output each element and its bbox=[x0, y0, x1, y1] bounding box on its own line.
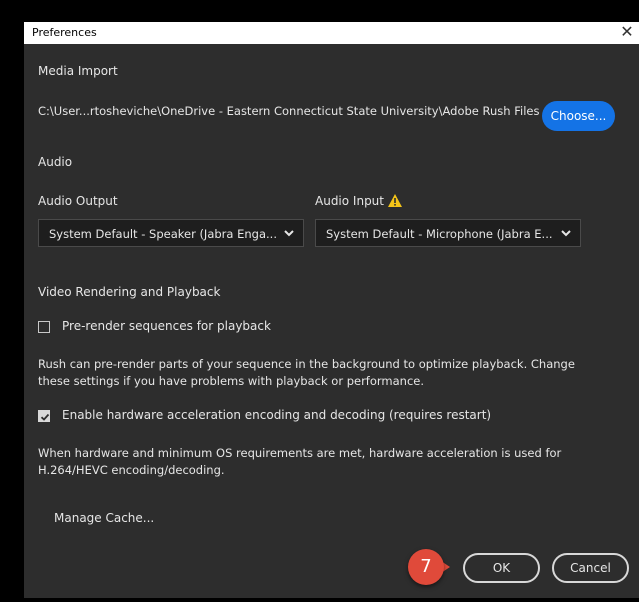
chevron-down-icon bbox=[284, 230, 294, 237]
preferences-dialog: Preferences ✕ Media Import C:\User...rto… bbox=[24, 22, 639, 598]
checkmark-icon bbox=[40, 413, 50, 421]
manage-cache-button[interactable]: Manage Cache... bbox=[54, 511, 154, 525]
media-import-heading: Media Import bbox=[38, 64, 118, 78]
ok-button[interactable]: OK bbox=[463, 553, 540, 583]
prerender-label: Pre-render sequences for playback bbox=[62, 319, 271, 333]
prerender-checkbox[interactable] bbox=[38, 321, 50, 333]
media-import-path: C:\User...rtosheviche\OneDrive - Eastern… bbox=[38, 104, 540, 118]
dialog-title: Preferences bbox=[32, 26, 97, 39]
audio-input-select[interactable]: System Default - Microphone (Jabra E... bbox=[315, 219, 581, 247]
audio-output-value: System Default - Speaker (Jabra Enga... bbox=[49, 227, 277, 241]
choose-button[interactable]: Choose... bbox=[542, 101, 615, 131]
audio-heading: Audio bbox=[38, 155, 73, 169]
cancel-button[interactable]: Cancel bbox=[552, 553, 629, 583]
chevron-down-icon bbox=[561, 230, 571, 237]
audio-input-label: Audio Input bbox=[315, 194, 384, 208]
warning-icon bbox=[388, 194, 402, 207]
audio-output-label: Audio Output bbox=[38, 194, 118, 208]
audio-output-select[interactable]: System Default - Speaker (Jabra Enga... bbox=[38, 219, 304, 247]
hardware-acceleration-label: Enable hardware acceleration encoding an… bbox=[62, 408, 492, 422]
step-badge: 7 bbox=[408, 549, 444, 585]
hardware-acceleration-checkbox[interactable] bbox=[38, 410, 50, 422]
close-icon[interactable]: ✕ bbox=[619, 23, 635, 41]
video-heading: Video Rendering and Playback bbox=[38, 285, 221, 299]
title-bar: Preferences ✕ bbox=[24, 22, 639, 44]
hardware-description-line1: When hardware and minimum OS requirement… bbox=[38, 446, 562, 460]
screenshot-frame: Preferences ✕ Media Import C:\User...rto… bbox=[0, 0, 639, 602]
prerender-description-line2: these settings if you have problems with… bbox=[38, 374, 425, 388]
audio-input-value: System Default - Microphone (Jabra E... bbox=[326, 227, 553, 241]
hardware-description-line2: H.264/HEVC encoding/decoding. bbox=[38, 463, 225, 477]
prerender-description-line1: Rush can pre-render parts of your sequen… bbox=[38, 357, 575, 371]
